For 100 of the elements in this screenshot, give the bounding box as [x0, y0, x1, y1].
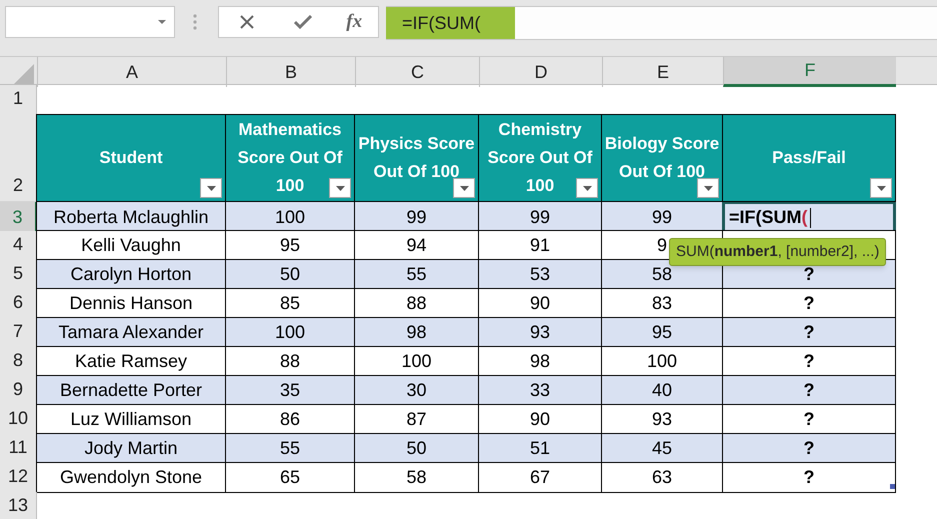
- table-cell-text: Carolyn Horton: [70, 263, 192, 286]
- table-cell-text: 55: [280, 437, 300, 460]
- filter-dropdown-button[interactable]: [200, 178, 222, 198]
- checkmark-icon: [294, 15, 312, 29]
- table-cell-text: 100: [646, 350, 678, 373]
- table-cell-text: 95: [652, 321, 672, 344]
- column-title: Mathematics Score Out Of 100: [225, 114, 355, 202]
- table-cell-text: 87: [406, 408, 427, 431]
- caret-icon: [876, 186, 886, 190]
- filter-dropdown-button[interactable]: [576, 178, 598, 198]
- table-cell-text: 85: [280, 292, 300, 315]
- table-cell-text: 100: [274, 321, 306, 344]
- table-cell-text: ?: [804, 350, 814, 373]
- table-cell-text: ?: [804, 437, 814, 460]
- table-cell-text: 45: [652, 437, 672, 460]
- table-cell-text: 83: [652, 292, 672, 315]
- insert-function-button[interactable]: fx: [346, 8, 362, 36]
- table-cell-text: Dennis Hanson: [69, 292, 193, 315]
- table-cell-text: 86: [280, 408, 300, 431]
- table-cell-text: 100: [274, 206, 306, 229]
- table-cell-text: ?: [804, 321, 814, 344]
- formula-text: =IF(SUM(: [386, 7, 515, 39]
- column-title: Biology Score Out Of 100: [601, 114, 723, 202]
- function-tooltip: SUM(number1, [number2], ...): [669, 238, 886, 266]
- filter-dropdown-button[interactable]: [453, 178, 475, 198]
- table-cell-text: 99: [406, 206, 427, 229]
- caret-icon: [704, 186, 712, 190]
- table-cell-text: ?: [804, 408, 814, 431]
- table-cell-text: Roberta Mclaughlin: [53, 206, 209, 229]
- filter-dropdown-button[interactable]: [697, 178, 719, 198]
- table-cell-text: 94: [406, 234, 427, 257]
- table-cell-text: Jody Martin: [84, 437, 178, 460]
- table-cell-text: Tamara Alexander: [58, 321, 204, 344]
- table-cell-text: 65: [280, 466, 300, 489]
- table-cell-text: Katie Ramsey: [74, 350, 188, 373]
- column-title: Chemistry Score Out Of 100: [478, 114, 602, 202]
- table-cell-text: ?: [804, 379, 814, 402]
- table-cell-text: 93: [530, 321, 550, 344]
- table-cell-text: 95: [280, 234, 300, 257]
- table-cell-text: 53: [530, 263, 550, 286]
- table-cell-text: 100: [401, 350, 432, 373]
- row-header[interactable]: 1: [0, 85, 37, 115]
- table-cell-text: ?: [804, 466, 814, 489]
- column-title: Pass/Fail: [722, 114, 896, 202]
- table-cell-text: 67: [530, 466, 550, 489]
- filter-dropdown-button[interactable]: [329, 178, 351, 198]
- table-cell-text: 93: [652, 408, 672, 431]
- row-header[interactable]: 10: [0, 405, 37, 435]
- column-header[interactable]: D: [479, 57, 602, 87]
- table-cell-text: 30: [406, 379, 427, 402]
- column-title: Student: [36, 114, 226, 202]
- table-cell-text: 35: [280, 379, 300, 402]
- grip-icon: [193, 14, 197, 30]
- caret-icon: [336, 186, 344, 190]
- column-header[interactable]: B: [226, 57, 355, 87]
- table-cell-text: 88: [406, 292, 427, 315]
- resize-handle-icon[interactable]: [890, 484, 895, 489]
- caret-icon: [206, 186, 216, 190]
- table-cell-text: 55: [406, 263, 427, 286]
- column-header[interactable]: A: [37, 57, 226, 87]
- table-cell-text: 33: [530, 379, 550, 402]
- row-header[interactable]: 5: [0, 260, 37, 290]
- table-cell-text: 51: [530, 437, 550, 460]
- table-cell-text: 58: [406, 466, 427, 489]
- table-cell-text: 99: [530, 206, 550, 229]
- row-header[interactable]: 6: [0, 289, 37, 319]
- table-cell-text: Kelli Vaughn: [81, 234, 181, 257]
- row-header[interactable]: 12: [0, 463, 37, 493]
- table-cell-text: Luz Williamson: [70, 408, 192, 431]
- column-header[interactable]: C: [355, 57, 479, 87]
- row-header[interactable]: 7: [0, 318, 37, 348]
- table-cell-text: 88: [280, 350, 300, 373]
- table-cell-text: 90: [530, 292, 550, 315]
- filter-dropdown-button[interactable]: [870, 178, 892, 198]
- row-header[interactable]: 8: [0, 347, 37, 377]
- table-cell-text: 91: [530, 234, 550, 257]
- table-cell-text: 9: [656, 234, 667, 257]
- table-cell-text: 50: [406, 437, 427, 460]
- table-cell-text: 90: [530, 408, 550, 431]
- table-cell-text: 99: [652, 206, 672, 229]
- row-header[interactable]: 2: [0, 114, 37, 202]
- table-cell-text: Bernadette Porter: [60, 379, 202, 402]
- row-header[interactable]: 4: [0, 231, 37, 261]
- table-cell-text: 98: [530, 350, 550, 373]
- formula-field[interactable]: =IF(SUM(: [386, 6, 937, 40]
- table-cell-text: ?: [804, 292, 814, 315]
- close-icon: [238, 14, 255, 30]
- table-cell-text: ?: [804, 263, 814, 286]
- row-header[interactable]: 11: [0, 434, 37, 464]
- table-cell-text: 58: [652, 263, 672, 286]
- table-cell-text: 50: [280, 263, 300, 286]
- caret-icon: [582, 186, 592, 190]
- caret-icon: [158, 20, 166, 24]
- table-cell-text: 40: [652, 379, 672, 402]
- row-header[interactable]: 9: [0, 376, 37, 406]
- column-header[interactable]: F: [723, 57, 896, 87]
- table-cell-text: 63: [652, 466, 672, 489]
- caret-icon: [460, 186, 468, 190]
- row-header[interactable]: 13: [0, 492, 37, 519]
- column-title: Physics Score Out Of 100: [354, 114, 479, 202]
